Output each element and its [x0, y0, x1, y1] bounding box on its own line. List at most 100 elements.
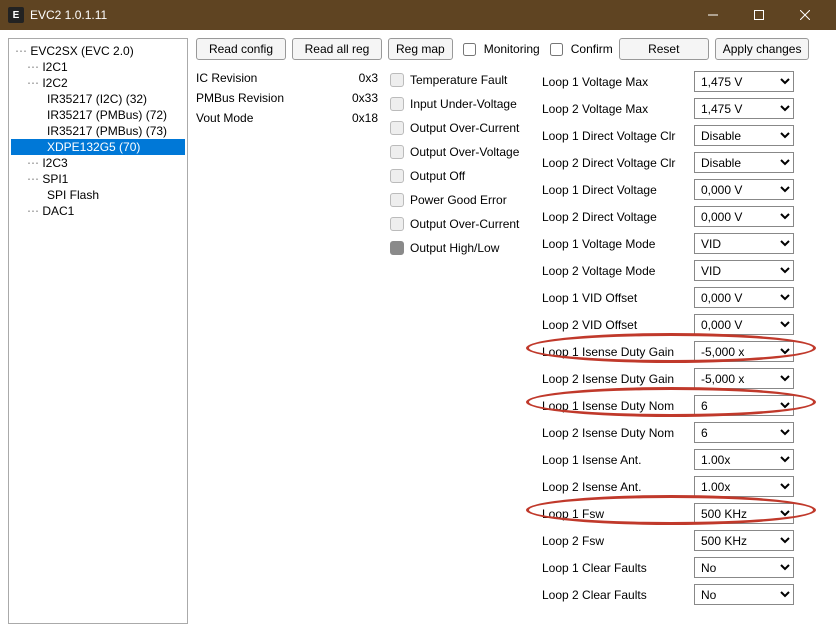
- fault-item: Output Over-Current: [390, 212, 530, 236]
- fault-indicator: [390, 145, 404, 159]
- setting-combo[interactable]: VID: [694, 260, 794, 281]
- setting-input-row: -5,000 x: [694, 365, 814, 392]
- tree-item[interactable]: ⋯ I2C2: [11, 75, 185, 91]
- toolbar: Read config Read all reg Reg map Monitor…: [196, 38, 828, 60]
- setting-combo[interactable]: -5,000 x: [694, 341, 794, 362]
- setting-input-row: 0,000 V: [694, 176, 814, 203]
- setting-combo[interactable]: 1.00x: [694, 449, 794, 470]
- fault-indicator: [390, 73, 404, 87]
- tree-item[interactable]: ⋯ SPI1: [11, 171, 185, 187]
- fault-indicator: [390, 169, 404, 183]
- fault-item: Input Under-Voltage: [390, 92, 530, 116]
- setting-combo[interactable]: 6: [694, 395, 794, 416]
- setting-combo[interactable]: 0,000 V: [694, 206, 794, 227]
- minimize-button[interactable]: [690, 0, 736, 30]
- setting-input-row: 0,000 V: [694, 284, 814, 311]
- info-panel: IC Revision0x3PMBus Revision0x33Vout Mod…: [196, 68, 378, 608]
- setting-combo[interactable]: Disable: [694, 125, 794, 146]
- setting-combo[interactable]: Disable: [694, 152, 794, 173]
- fault-label: Power Good Error: [410, 193, 507, 207]
- setting-combo[interactable]: 6: [694, 422, 794, 443]
- setting-input-row: Disable: [694, 122, 814, 149]
- setting-label: Loop 1 Isense Duty Nom: [542, 392, 682, 419]
- setting-input-row: 1,475 V: [694, 68, 814, 95]
- fault-label: Output Over-Current: [410, 121, 519, 135]
- tree-item[interactable]: XDPE132G5 (70): [11, 139, 185, 155]
- read-all-reg-button[interactable]: Read all reg: [292, 38, 382, 60]
- setting-label: Loop 2 Isense Duty Gain: [542, 365, 682, 392]
- setting-input-row: VID: [694, 257, 814, 284]
- fault-panel: Temperature Fault Input Under-Voltage Outp…: [390, 68, 530, 608]
- setting-input-row: 6: [694, 392, 814, 419]
- titlebar: E EVC2 1.0.1.11: [0, 0, 836, 30]
- fault-label: Output Over-Voltage: [410, 145, 519, 159]
- tree-item[interactable]: IR35217 (PMBus) (73): [11, 123, 185, 139]
- close-button[interactable]: [782, 0, 828, 30]
- setting-input-row: -5,000 x: [694, 338, 814, 365]
- setting-label: Loop 2 Voltage Mode: [542, 257, 682, 284]
- setting-combo[interactable]: 1.00x: [694, 476, 794, 497]
- apply-changes-button[interactable]: Apply changes: [715, 38, 810, 60]
- setting-combo[interactable]: 1,475 V: [694, 98, 794, 119]
- fault-indicator: [390, 121, 404, 135]
- setting-label: Loop 1 VID Offset: [542, 284, 682, 311]
- tree-root[interactable]: ⋯ EVC2SX (EVC 2.0): [11, 43, 185, 59]
- info-value: 0x18: [352, 111, 378, 125]
- setting-combo[interactable]: 1,475 V: [694, 71, 794, 92]
- read-config-button[interactable]: Read config: [196, 38, 286, 60]
- fault-label: Temperature Fault: [410, 73, 507, 87]
- tree-item[interactable]: IR35217 (PMBus) (72): [11, 107, 185, 123]
- info-row: Vout Mode 0x18: [196, 108, 378, 128]
- tree-item[interactable]: SPI Flash: [11, 187, 185, 203]
- fault-indicator: [390, 97, 404, 111]
- setting-combo[interactable]: VID: [694, 233, 794, 254]
- info-row: PMBus Revision0x33: [196, 88, 378, 108]
- setting-label: Loop 2 Isense Ant.: [542, 473, 682, 500]
- monitoring-checkbox[interactable]: Monitoring: [459, 40, 540, 59]
- info-label: PMBus Revision: [196, 91, 284, 105]
- setting-input-row: 1,475 V: [694, 95, 814, 122]
- setting-label: Loop 2 Direct Voltage: [542, 203, 682, 230]
- tree-item[interactable]: ⋯ DAC1: [11, 203, 185, 219]
- setting-input-row: 0,000 V: [694, 311, 814, 338]
- setting-input-row: No: [694, 554, 814, 581]
- setting-combo[interactable]: 0,000 V: [694, 287, 794, 308]
- setting-label: Loop 2 Clear Faults: [542, 581, 682, 608]
- setting-inputs: 1,475 V 1,475 V Disable Disable 0,000 V 0,000…: [694, 68, 814, 608]
- setting-input-row: No: [694, 581, 814, 608]
- setting-label: Loop 2 Voltage Max: [542, 95, 682, 122]
- setting-combo[interactable]: 500 KHz: [694, 503, 794, 524]
- setting-input-row: Disable: [694, 149, 814, 176]
- fault-item: Power Good Error: [390, 188, 530, 212]
- fault-label: Output High/Low: [410, 241, 499, 255]
- setting-label: Loop 2 Isense Duty Nom: [542, 419, 682, 446]
- setting-label: Loop 1 Voltage Max: [542, 68, 682, 95]
- setting-combo[interactable]: No: [694, 584, 794, 605]
- tree-item[interactable]: ⋯ I2C1: [11, 59, 185, 75]
- setting-input-row: VID: [694, 230, 814, 257]
- device-tree[interactable]: ⋯ EVC2SX (EVC 2.0) ⋯ I2C1⋯ I2C2IR35217 (…: [8, 38, 188, 624]
- tree-item[interactable]: ⋯ I2C3: [11, 155, 185, 171]
- setting-input-row: 1.00x: [694, 473, 814, 500]
- setting-input-row: 6: [694, 419, 814, 446]
- setting-combo[interactable]: 0,000 V: [694, 179, 794, 200]
- setting-combo[interactable]: 0,000 V: [694, 314, 794, 335]
- setting-label: Loop 2 VID Offset: [542, 311, 682, 338]
- fault-item: Output Over-Current: [390, 116, 530, 140]
- info-label: Vout Mode: [196, 111, 253, 125]
- setting-label: Loop 2 Fsw: [542, 527, 682, 554]
- fault-indicator: [390, 241, 404, 255]
- setting-combo[interactable]: No: [694, 557, 794, 578]
- reset-button[interactable]: Reset: [619, 38, 709, 60]
- confirm-checkbox[interactable]: Confirm: [546, 40, 613, 59]
- setting-input-row: 0,000 V: [694, 203, 814, 230]
- fault-item: Output Over-Voltage: [390, 140, 530, 164]
- tree-item[interactable]: IR35217 (I2C) (32): [11, 91, 185, 107]
- setting-combo[interactable]: 500 KHz: [694, 530, 794, 551]
- setting-input-row: 1.00x: [694, 446, 814, 473]
- setting-combo[interactable]: -5,000 x: [694, 368, 794, 389]
- reg-map-button[interactable]: Reg map: [388, 38, 453, 60]
- maximize-button[interactable]: [736, 0, 782, 30]
- fault-label: Output Off: [410, 169, 465, 183]
- setting-label: Loop 1 Isense Duty Gain: [542, 338, 682, 365]
